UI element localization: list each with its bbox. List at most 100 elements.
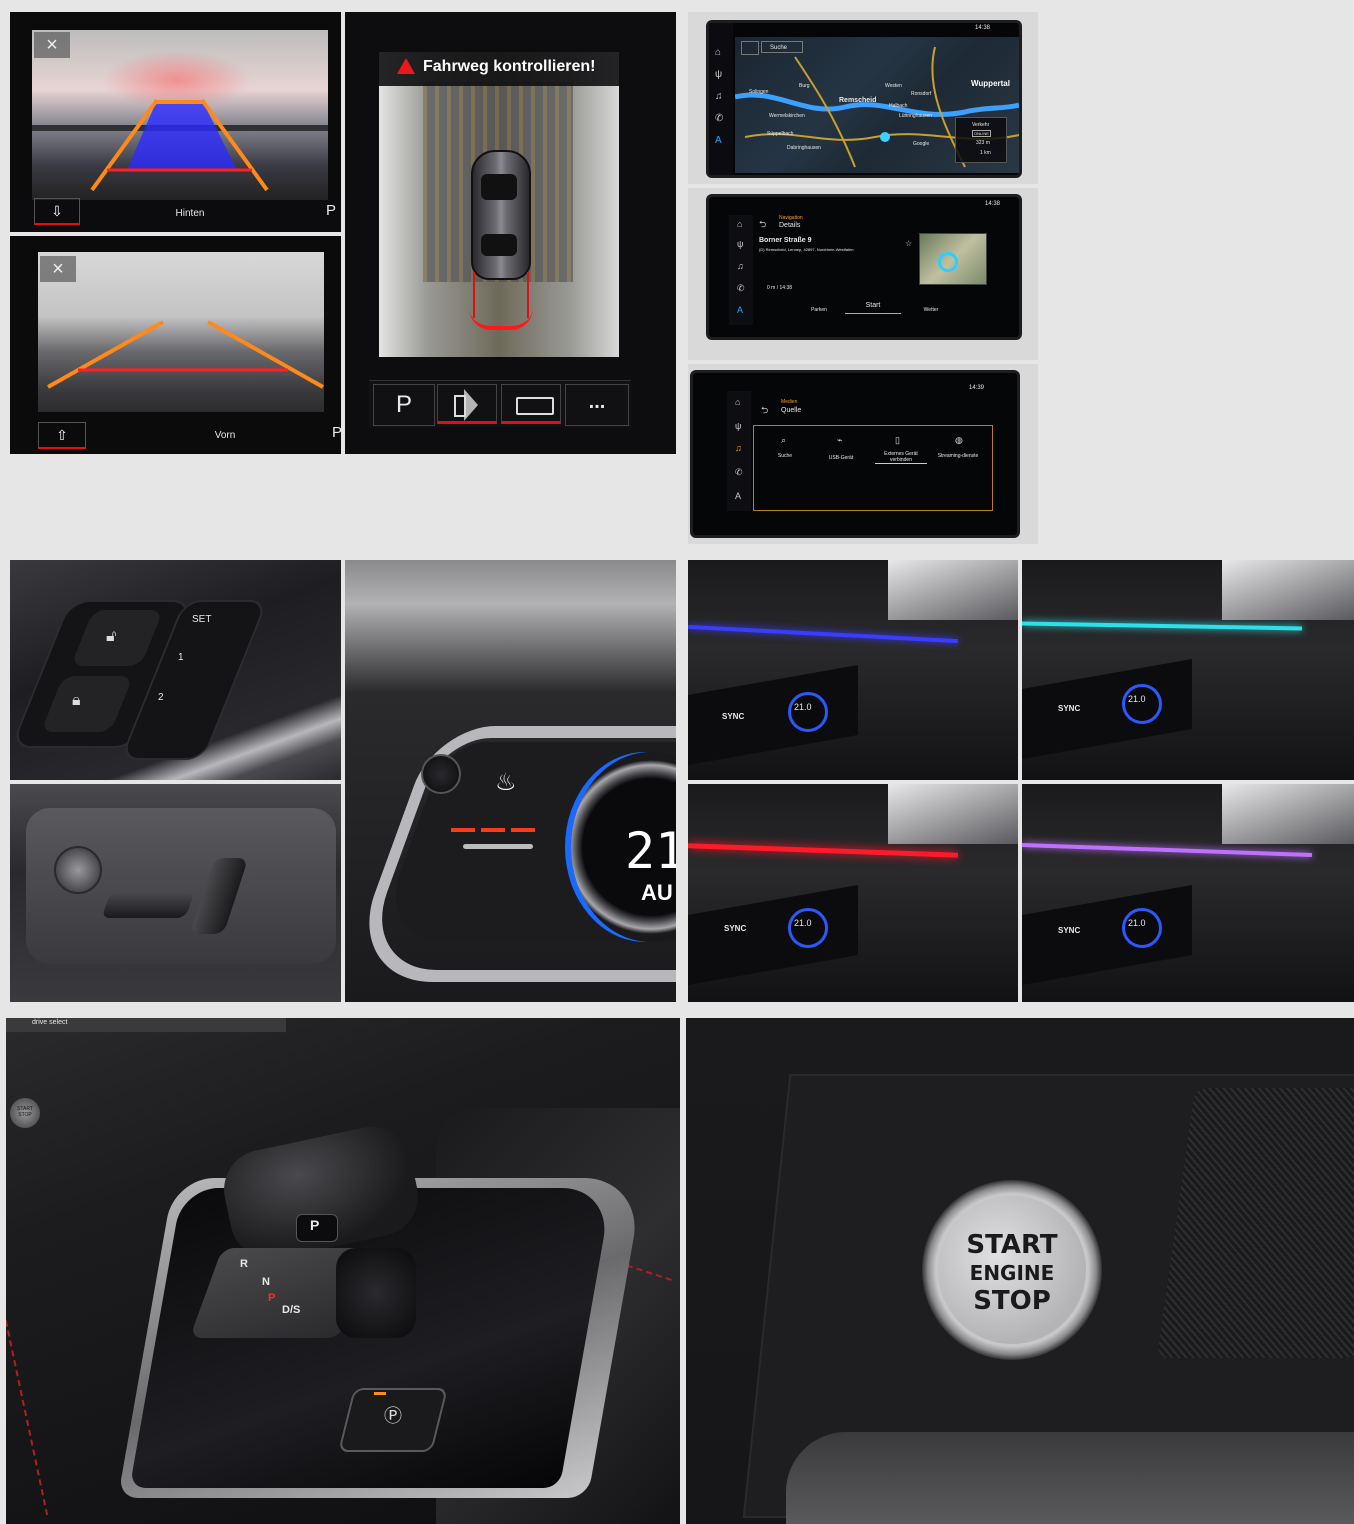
sync-button[interactable]: SYNC: [1058, 926, 1080, 935]
park-steering-button[interactable]: P: [373, 384, 435, 426]
search-icon: ⌕: [781, 435, 787, 445]
temperature-knob[interactable]: [1122, 684, 1162, 724]
home-icon[interactable]: ⌂: [735, 397, 740, 407]
gear-n-label: N: [262, 1276, 270, 1288]
map-place-label: Ronsdorf: [911, 91, 932, 97]
temperature-display: 21.0: [794, 918, 812, 928]
memory-1-button[interactable]: 1: [178, 652, 184, 663]
front-guide-lines: [47, 320, 324, 389]
map-scale: 1 km: [980, 150, 991, 156]
home-icon[interactable]: ⌂: [715, 47, 721, 58]
nav-section-header: Navigation: [779, 215, 803, 221]
phone-icon[interactable]: ✆: [715, 113, 723, 124]
drive-select-button[interactable]: drive select: [32, 1019, 67, 1026]
ambient-light-strip: [1022, 621, 1303, 631]
car-top-view: [471, 150, 531, 280]
warning-icon: [397, 58, 415, 74]
sync-button[interactable]: SYNC: [724, 924, 746, 933]
close-icon[interactable]: ×: [34, 32, 70, 58]
warning-text: Fahrweg kontrollieren!: [423, 58, 596, 75]
media-source-search[interactable]: Suche: [765, 453, 805, 459]
nav-icon[interactable]: A: [737, 305, 743, 315]
media-source-streaming[interactable]: Streaming-dienste: [935, 453, 981, 459]
media-source-usb[interactable]: USB-Gerät: [819, 455, 863, 461]
sync-button[interactable]: SYNC: [1058, 704, 1080, 713]
speaker-icon[interactable]: [437, 384, 497, 424]
music-icon[interactable]: ♫: [715, 91, 723, 102]
temperature-knob[interactable]: [788, 908, 828, 948]
camera-switch-icon[interactable]: ⇩: [34, 198, 80, 225]
camera-switch-icon[interactable]: ⇧: [38, 422, 86, 449]
more-button[interactable]: ...: [565, 384, 629, 426]
radio-icon[interactable]: ψ: [737, 239, 743, 249]
ambient-light-photo-red: SYNC 21.0: [688, 784, 1018, 1002]
start-button-photo: START ENGINE STOP: [686, 1018, 1354, 1524]
temperature-display: 21.0: [1128, 694, 1146, 704]
phone-icon[interactable]: ✆: [737, 283, 745, 294]
rear-camera-view: × ⇩ Hinten P: [10, 12, 341, 232]
climate-panel: [688, 885, 858, 985]
memory-set-button[interactable]: SET: [192, 614, 211, 625]
phone-icon[interactable]: ✆: [735, 467, 743, 478]
lower-trim: [786, 1432, 1354, 1524]
weather-action-button[interactable]: Wetter: [911, 307, 951, 313]
front-camera-icon[interactable]: [501, 384, 561, 424]
seat-heating-button[interactable]: [463, 844, 533, 849]
climate-mode-button[interactable]: [421, 754, 461, 794]
mmi-sidebar: ⌂ ψ ♫ ✆ A: [709, 23, 733, 175]
seat-heating-level-indicator: [451, 828, 541, 832]
nav-icon[interactable]: A: [735, 491, 741, 501]
map-tools-button[interactable]: [741, 41, 759, 55]
map-place-label: Remscheid: [839, 97, 877, 104]
temperature-display: 21.0: [1128, 918, 1146, 928]
mmi-sidebar: ⌂ ψ ♫ ✆ A: [729, 215, 753, 325]
start-stop-label-small: START STOP: [17, 1106, 33, 1118]
nav-distance-time: 0 m / 14:38: [767, 285, 793, 291]
map-place-label: Wermelskirchen: [769, 113, 805, 119]
mmi-map-photo: ⌂ ψ ♫ ✆ A Suche 14:38 Wuppertal Solingen…: [688, 12, 1038, 184]
rear-guide-lines: [90, 98, 269, 192]
gear-ds-label: D/S: [282, 1304, 301, 1316]
top-view-camera: Fahrweg kontrollieren! P ...: [345, 12, 676, 454]
park-button[interactable]: P: [326, 202, 336, 219]
sync-button[interactable]: SYNC: [722, 712, 744, 721]
stop-label: STOP: [973, 1286, 1051, 1316]
start-button-text: START ENGINE STOP: [938, 1230, 1086, 1316]
temperature-knob[interactable]: [788, 692, 828, 732]
climate-closeup-photo: ♨ 21 AU: [345, 560, 676, 1002]
nav-address: (D) Remscheid, Lennep, 42897, Nordrhein-…: [759, 247, 854, 252]
lumbar-joystick[interactable]: [54, 846, 102, 894]
map-place-label: Dabringhausen: [787, 145, 821, 151]
radio-icon[interactable]: ψ: [715, 69, 722, 80]
park-button[interactable]: P: [332, 424, 341, 441]
favorite-icon[interactable]: ☆: [905, 239, 912, 248]
temperature-knob[interactable]: [1122, 908, 1162, 948]
start-nav-button[interactable]: Start: [845, 299, 901, 314]
map-search-button[interactable]: Suche: [761, 41, 803, 53]
streaming-icon: ◍: [955, 435, 963, 445]
seat-heating-icon[interactable]: ♨: [495, 768, 517, 797]
traffic-panel[interactable]: Verkehr ONLINE 323 m 1 km: [955, 117, 1007, 163]
back-icon[interactable]: ⮌: [759, 217, 766, 233]
close-icon[interactable]: ×: [40, 256, 76, 282]
memory-2-button[interactable]: 2: [158, 692, 164, 703]
ambient-light-photo-cyan: SYNC 21.0: [1022, 560, 1354, 780]
music-icon[interactable]: ♫: [737, 261, 744, 271]
music-icon[interactable]: ♫: [735, 443, 742, 453]
temperature-display: 21: [625, 822, 676, 880]
ambient-light-strip: [1022, 842, 1312, 858]
front-camera-view: × ⇧ Vorn P: [10, 236, 341, 454]
unlock-icon: 🔓︎: [106, 628, 117, 645]
gear-p-label: P: [310, 1217, 320, 1233]
radio-icon[interactable]: ψ: [735, 421, 741, 431]
front-camera-label: Vorn: [214, 430, 236, 441]
ambient-light-photo-purple: SYNC 21.0: [1022, 784, 1354, 1002]
back-icon[interactable]: ⮌: [761, 403, 768, 419]
seat-cushion-switch[interactable]: [101, 892, 195, 918]
mmi-screen-nav: ⌂ ψ ♫ ✆ A 14:38 ⮌ Navigation Details Bor…: [706, 194, 1022, 340]
media-source-external[interactable]: Externes Gerät verbinden: [875, 451, 927, 464]
home-icon[interactable]: ⌂: [737, 219, 742, 229]
parking-brake-indicator: [374, 1392, 386, 1395]
nav-icon[interactable]: A: [715, 135, 722, 146]
park-action-button[interactable]: Parken: [799, 307, 839, 313]
